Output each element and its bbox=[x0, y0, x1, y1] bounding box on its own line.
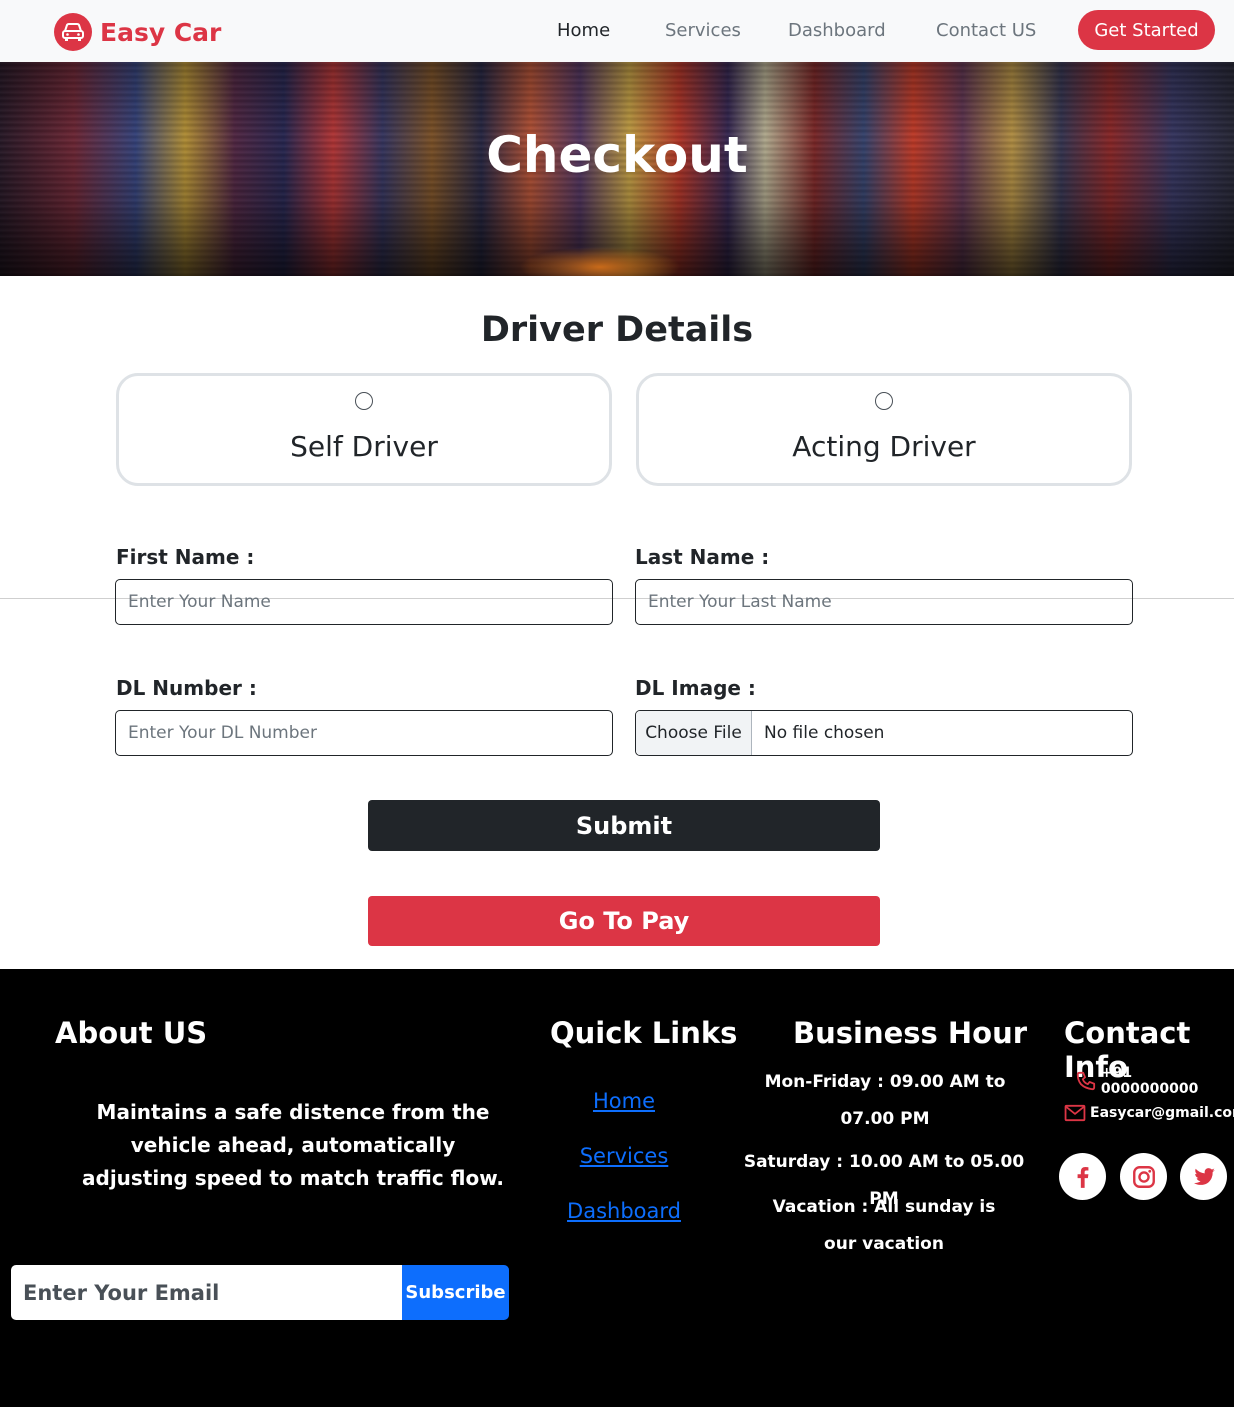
brand-name: Easy Car bbox=[100, 17, 222, 47]
facebook-icon bbox=[1077, 1166, 1088, 1188]
submit-button[interactable]: Submit bbox=[368, 800, 880, 851]
first-name-input[interactable] bbox=[115, 579, 613, 625]
footer-link-home[interactable]: Home bbox=[524, 1089, 724, 1113]
self-driver-label: Self Driver bbox=[290, 430, 438, 463]
subscribe-button[interactable]: Subscribe bbox=[402, 1265, 509, 1320]
get-started-button[interactable]: Get Started bbox=[1078, 10, 1215, 50]
car-icon bbox=[54, 13, 92, 51]
footer: About US Maintains a safe distence from … bbox=[0, 969, 1234, 1407]
instagram-icon bbox=[1132, 1165, 1155, 1188]
brand[interactable]: Easy Car bbox=[54, 13, 221, 51]
page-title: Checkout bbox=[486, 126, 748, 184]
driver-details-heading: Driver Details bbox=[480, 310, 754, 350]
subscribe-form: Subscribe bbox=[11, 1265, 509, 1320]
footer-link-dashboard[interactable]: Dashboard bbox=[524, 1199, 724, 1223]
weekday-hours: Mon-Friday : 09.00 AM to 07.00 PM bbox=[764, 1072, 1006, 1129]
dl-number-input[interactable] bbox=[115, 710, 613, 756]
acting-driver-option[interactable]: Acting Driver bbox=[636, 373, 1132, 486]
navbar: Easy Car Home Services Dashboard Contact… bbox=[0, 0, 1234, 62]
phone-number: +91 0000000000 bbox=[1100, 1065, 1199, 1097]
business-hour-heading: Business Hour bbox=[793, 1016, 1028, 1050]
vacation-info: Vacation : All sunday is our vacation bbox=[772, 1197, 996, 1254]
choose-file-button[interactable]: Choose File bbox=[636, 711, 752, 755]
mail-icon bbox=[1064, 1104, 1086, 1122]
contact-phone[interactable]: +91 0000000000 bbox=[1075, 1065, 1234, 1097]
twitter-icon bbox=[1193, 1167, 1215, 1185]
quick-links-heading: Quick Links bbox=[550, 1016, 738, 1050]
file-status: No file chosen bbox=[764, 723, 885, 743]
self-driver-radio[interactable] bbox=[355, 392, 373, 410]
hero-banner: Checkout bbox=[0, 62, 1234, 276]
acting-driver-radio[interactable] bbox=[875, 392, 893, 410]
about-heading: About US bbox=[55, 1016, 208, 1050]
dl-number-label: DL Number : bbox=[116, 676, 257, 700]
nav-dashboard[interactable]: Dashboard bbox=[788, 20, 886, 41]
twitter-link[interactable] bbox=[1180, 1153, 1227, 1200]
first-name-label: First Name : bbox=[116, 545, 255, 569]
nav-contact-us[interactable]: Contact US bbox=[936, 20, 1036, 41]
last-name-label: Last Name : bbox=[635, 545, 770, 569]
email-input[interactable] bbox=[11, 1265, 402, 1320]
facebook-link[interactable] bbox=[1059, 1153, 1106, 1200]
email-address: Easycar@gmail.com bbox=[1090, 1105, 1234, 1121]
dl-image-label: DL Image : bbox=[635, 676, 756, 700]
instagram-link[interactable] bbox=[1120, 1153, 1167, 1200]
phone-icon bbox=[1076, 1071, 1096, 1091]
last-name-input[interactable] bbox=[635, 579, 1133, 625]
nav-services[interactable]: Services bbox=[665, 20, 741, 41]
go-to-pay-button[interactable]: Go To Pay bbox=[368, 896, 880, 946]
about-text: Maintains a safe distence from the vehic… bbox=[82, 1100, 504, 1190]
dl-image-file-input[interactable]: Choose File No file chosen bbox=[635, 710, 1133, 756]
footer-link-services[interactable]: Services bbox=[524, 1144, 724, 1168]
self-driver-option[interactable]: Self Driver bbox=[116, 373, 612, 486]
nav-home[interactable]: Home bbox=[557, 20, 610, 41]
acting-driver-label: Acting Driver bbox=[792, 430, 976, 463]
contact-email[interactable]: Easycar@gmail.com bbox=[1064, 1104, 1234, 1122]
